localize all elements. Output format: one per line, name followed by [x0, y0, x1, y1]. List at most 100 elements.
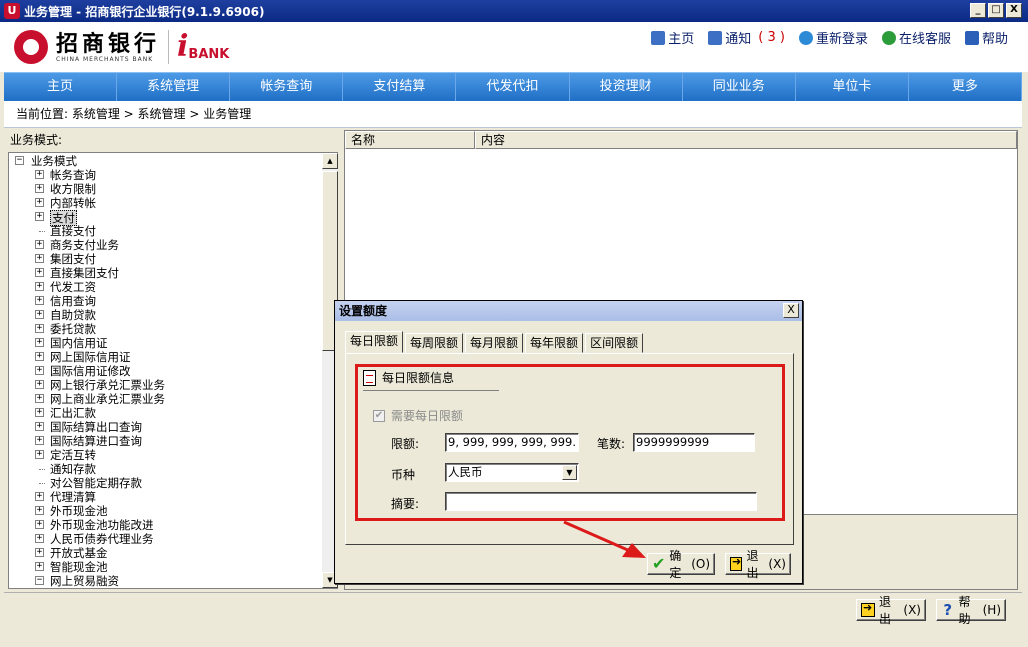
- tree-root[interactable]: − 业务模式: [9, 154, 321, 168]
- notice-link[interactable]: 通知 ( 3 ): [708, 28, 785, 47]
- tree-item[interactable]: + 国内信用证: [9, 336, 321, 350]
- expand-icon[interactable]: +: [35, 534, 44, 543]
- tree-item[interactable]: + 外币现金池功能改进: [9, 518, 321, 532]
- tree-item[interactable]: + 网上银行承兑汇票业务: [9, 378, 321, 392]
- expand-icon[interactable]: +: [35, 324, 44, 333]
- tree-item[interactable]: + 开放式基金: [9, 546, 321, 560]
- expand-icon[interactable]: +: [35, 520, 44, 529]
- tree-item[interactable]: + 信用查询: [9, 294, 321, 308]
- column-header-content[interactable]: 内容: [475, 131, 1017, 149]
- expand-icon[interactable]: +: [35, 450, 44, 459]
- expand-icon[interactable]: +: [35, 562, 44, 571]
- tree-item[interactable]: + 外币现金池: [9, 504, 321, 518]
- tree-item[interactable]: + 定活互转: [9, 448, 321, 462]
- expand-icon[interactable]: +: [35, 380, 44, 389]
- expand-icon[interactable]: +: [35, 212, 44, 221]
- expand-icon[interactable]: +: [35, 422, 44, 431]
- tree-item[interactable]: + 直接集团支付: [9, 266, 321, 280]
- tree-item[interactable]: + 国际信用证修改: [9, 364, 321, 378]
- nav-payment-settlement[interactable]: 支付结算: [343, 73, 457, 101]
- close-button[interactable]: X: [1006, 3, 1022, 18]
- bottom-exit-button[interactable]: 退出 (X): [856, 595, 926, 626]
- tree-item[interactable]: + 代理清算: [9, 490, 321, 504]
- dialog-close-button[interactable]: X: [783, 303, 799, 318]
- tree-item[interactable]: 通知存款: [9, 462, 321, 476]
- column-header-name[interactable]: 名称: [345, 131, 475, 149]
- expand-icon[interactable]: +: [35, 492, 44, 501]
- tree-item[interactable]: − 网上贸易融资: [9, 574, 321, 588]
- expand-icon[interactable]: +: [35, 548, 44, 557]
- tree-item[interactable]: + 国际结算进口查询: [9, 434, 321, 448]
- tree-item[interactable]: + 自助贷款: [9, 308, 321, 322]
- tree-item[interactable]: + 网上国际信用证: [9, 350, 321, 364]
- tree-item[interactable]: 对公智能定期存款: [9, 476, 321, 490]
- expand-icon[interactable]: +: [35, 296, 44, 305]
- home-link[interactable]: 主页: [651, 28, 694, 47]
- expand-icon[interactable]: +: [35, 184, 44, 193]
- expand-icon[interactable]: +: [35, 240, 44, 249]
- nav-investment[interactable]: 投资理财: [570, 73, 683, 101]
- nav-home[interactable]: 主页: [4, 73, 118, 101]
- tab-weekly-limit[interactable]: 每周限额: [405, 333, 464, 353]
- bottom-help-button[interactable]: ? 帮助 (H): [936, 595, 1006, 626]
- tab-yearly-limit[interactable]: 每年限额: [525, 333, 584, 353]
- expand-icon[interactable]: +: [35, 268, 44, 277]
- expand-icon[interactable]: +: [35, 170, 44, 179]
- tree-item[interactable]: + 人民币债券代理业务: [9, 532, 321, 546]
- tree-item[interactable]: + 集团支付: [9, 252, 321, 266]
- expand-icon[interactable]: −: [35, 576, 44, 585]
- dialog-exit-button[interactable]: 退出 (X): [725, 549, 791, 580]
- chevron-down-icon[interactable]: ▼: [562, 465, 577, 480]
- nav-agency-payment[interactable]: 代发代扣: [456, 73, 570, 101]
- minimize-button[interactable]: _: [970, 3, 986, 18]
- scroll-up-button[interactable]: ▲: [322, 153, 338, 169]
- count-input[interactable]: 9999999999: [633, 433, 755, 452]
- nav-interbank[interactable]: 同业业务: [683, 73, 796, 101]
- online-service-link[interactable]: 在线客服: [881, 28, 951, 47]
- tree-item-label: 帐务查询: [50, 168, 96, 182]
- nav-system-management[interactable]: 系统管理: [117, 73, 231, 101]
- tree-item[interactable]: + 国际结算出口查询: [9, 420, 321, 434]
- dialog-ok-button[interactable]: ✔ 确定 (O): [647, 549, 715, 580]
- help-link[interactable]: 帮助: [964, 28, 1008, 47]
- tree-item[interactable]: + 收方限制: [9, 182, 321, 196]
- expand-icon[interactable]: +: [35, 366, 44, 375]
- expand-icon[interactable]: +: [35, 282, 44, 291]
- tree-item[interactable]: + 帐务查询: [9, 168, 321, 182]
- expand-icon[interactable]: +: [35, 506, 44, 515]
- expand-icon[interactable]: +: [35, 338, 44, 347]
- expand-icon[interactable]: +: [35, 436, 44, 445]
- collapse-icon[interactable]: −: [15, 156, 24, 165]
- tree-item[interactable]: + 支付: [9, 210, 321, 226]
- tab-monthly-limit[interactable]: 每月限额: [465, 333, 524, 353]
- expand-icon[interactable]: +: [35, 352, 44, 361]
- tree-item-label: 通知存款: [50, 462, 96, 476]
- tab-daily-limit[interactable]: 每日限额: [345, 331, 404, 353]
- business-mode-tree[interactable]: − 业务模式 + 帐务查询 + 收方限制 + 内部转帐 + 支付 直接支付 + 商务支付业务 + 集团支付 +…: [8, 152, 338, 589]
- maximize-button[interactable]: □: [988, 3, 1004, 18]
- tree-item[interactable]: + 内部转帐: [9, 196, 321, 210]
- nav-account-query[interactable]: 帐务查询: [230, 73, 344, 101]
- tree-item[interactable]: + 汇出汇款: [9, 406, 321, 420]
- nav-more[interactable]: 更多: [909, 73, 1022, 101]
- tree-item[interactable]: + 网上商业承兑汇票业务: [9, 392, 321, 406]
- expand-icon[interactable]: +: [35, 408, 44, 417]
- tree-item[interactable]: + 商务支付业务: [9, 238, 321, 252]
- tree-item[interactable]: 直接支付: [9, 224, 321, 238]
- need-daily-limit-checkbox[interactable]: ✔ 需要每日限额: [373, 407, 463, 424]
- tree-item[interactable]: + 委托贷款: [9, 322, 321, 336]
- tree-item[interactable]: + 代发工资: [9, 280, 321, 294]
- document-icon: [363, 369, 376, 386]
- expand-icon[interactable]: +: [35, 394, 44, 403]
- currency-select[interactable]: 人民币 ▼: [445, 463, 579, 482]
- limit-amount-input[interactable]: 9, 999, 999, 999, 999. 99: [445, 433, 579, 452]
- expand-icon[interactable]: +: [35, 198, 44, 207]
- tab-range-limit[interactable]: 区间限额: [585, 333, 644, 353]
- expand-icon[interactable]: +: [35, 310, 44, 319]
- relogin-link[interactable]: 重新登录: [798, 28, 868, 47]
- tree-item-label: 直接支付: [50, 224, 96, 238]
- tree-item[interactable]: + 智能现金池: [9, 560, 321, 574]
- nav-corporate-card[interactable]: 单位卡: [796, 73, 909, 101]
- memo-input[interactable]: [445, 492, 757, 511]
- expand-icon[interactable]: +: [35, 254, 44, 263]
